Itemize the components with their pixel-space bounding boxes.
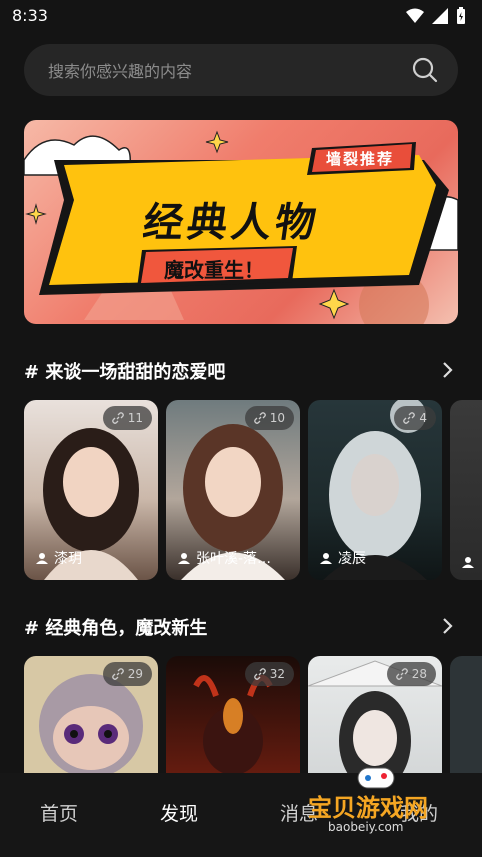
link-count: 10: [269, 411, 285, 425]
link-icon: [253, 412, 266, 424]
chevron-right-icon[interactable]: [440, 617, 454, 635]
link-icon: [403, 412, 416, 424]
link-icon: [253, 668, 266, 680]
link-count-badge: 10: [244, 406, 294, 430]
character-card[interactable]: 10 张叶溪-落…: [166, 400, 300, 580]
character-card[interactable]: [450, 656, 482, 773]
watermark-url: baobeiy.com: [328, 820, 404, 834]
search-input[interactable]: 搜索你感兴趣的内容: [48, 58, 192, 82]
link-icon: [395, 668, 408, 680]
user-icon: [36, 553, 48, 564]
signal-icon: [432, 8, 448, 24]
status-bar: 8:33: [0, 0, 482, 34]
promo-banner[interactable]: 墙裂推荐 经典人物 魔改重生！: [24, 120, 458, 324]
character-name-row: 张叶溪-落…: [178, 548, 271, 568]
character-card[interactable]: [450, 400, 482, 580]
banner-title: 经典人物: [140, 200, 323, 246]
character-card[interactable]: 11 漆玥: [24, 400, 158, 580]
character-name-row: [462, 556, 474, 568]
character-name: 张叶溪-落…: [196, 551, 272, 567]
user-icon: [178, 553, 190, 564]
character-card[interactable]: 32: [166, 656, 300, 773]
watermark: 宝贝游戏网 baobeiy.com: [300, 760, 460, 840]
character-card[interactable]: 29: [24, 656, 158, 773]
tab-discover[interactable]: 发现: [160, 799, 198, 826]
status-time: 8:33: [12, 6, 48, 25]
user-icon: [462, 557, 474, 568]
character-card[interactable]: 4 凌辰: [308, 400, 442, 580]
section-title-classic[interactable]: # 经典角色，魔改新生: [24, 614, 207, 640]
search-icon[interactable]: [412, 57, 438, 83]
battery-icon: [457, 7, 465, 24]
character-name-row: 凌辰: [320, 548, 366, 568]
character-row-romance: 11 漆玥 10 张叶溪-落… 4 凌辰: [24, 400, 482, 580]
banner-sticker: 墙裂推荐: [326, 150, 395, 168]
link-count: 32: [269, 667, 285, 681]
section-title-romance[interactable]: # 来谈一场甜甜的恋爱吧: [24, 358, 225, 384]
link-icon: [111, 412, 124, 424]
link-count: 4: [419, 411, 427, 425]
link-count-badge: 29: [102, 662, 152, 686]
character-card[interactable]: 28: [308, 656, 442, 773]
watermark-text: 宝贝游戏网: [308, 794, 428, 822]
wifi-icon: [406, 8, 424, 23]
link-count: 29: [127, 667, 143, 681]
chevron-right-icon[interactable]: [440, 361, 454, 379]
link-count-badge: 32: [244, 662, 294, 686]
gamepad-icon: [357, 767, 395, 789]
character-name-row: 漆玥: [36, 548, 82, 568]
character-row-classic: 29 32 28: [24, 656, 482, 773]
link-count: 28: [411, 667, 427, 681]
tab-home[interactable]: 首页: [40, 799, 78, 826]
user-icon: [320, 553, 332, 564]
link-count-badge: 28: [386, 662, 436, 686]
status-icons: [406, 7, 466, 25]
character-name: 漆玥: [54, 551, 82, 567]
search-bar[interactable]: 搜索你感兴趣的内容: [24, 44, 458, 96]
banner-subtitle: 魔改重生！: [164, 258, 264, 282]
character-name: 凌辰: [338, 551, 366, 567]
link-icon: [111, 668, 124, 680]
link-count-badge: 11: [102, 406, 152, 430]
link-count-badge: 4: [394, 406, 436, 430]
link-count: 11: [127, 411, 143, 425]
